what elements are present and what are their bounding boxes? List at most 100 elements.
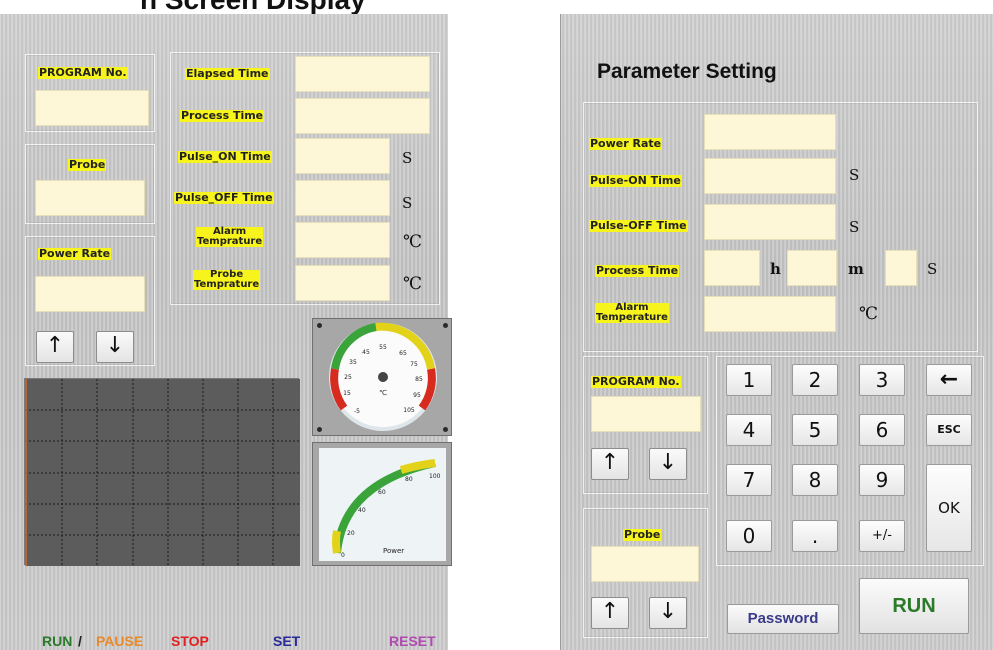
temp-tick-label: 15 <box>343 390 351 397</box>
probe-label: Probe <box>623 528 662 541</box>
trend-plot <box>24 378 300 566</box>
plus-minus-key[interactable]: +/- <box>859 520 905 552</box>
power-tick-label: 40 <box>358 507 366 514</box>
key-0[interactable]: 0 <box>726 520 772 552</box>
temp-tick-label: 25 <box>344 374 352 381</box>
temp-tick-label: 105 <box>403 407 415 414</box>
temp-tick-label: 65 <box>399 350 407 357</box>
pulse-off-unit: S <box>849 218 860 236</box>
program-up-button[interactable]: ↑ <box>591 448 629 480</box>
key-9[interactable]: 9 <box>859 464 905 496</box>
process-seconds-input[interactable] <box>885 250 917 286</box>
header-banner: n Screen Display <box>0 0 993 14</box>
process-time-field <box>295 98 430 134</box>
key-5[interactable]: 5 <box>792 414 838 446</box>
process-time-label: Process Time <box>595 264 680 277</box>
key-8[interactable]: 8 <box>792 464 838 496</box>
elapsed-time-field <box>295 56 430 92</box>
probe-input[interactable] <box>591 546 699 582</box>
alarm-temp-unit: ℃ <box>403 232 423 252</box>
probe-temp-unit: ℃ <box>403 274 423 294</box>
header-banner-text: n Screen Display <box>140 0 366 14</box>
hours-unit: h <box>770 260 781 278</box>
probe-label: Probe <box>68 158 107 171</box>
temp-tick-label: 55 <box>379 344 387 351</box>
power-rate-down-button[interactable]: ↓ <box>96 331 134 363</box>
pulse-off-field <box>295 180 390 216</box>
program-label: PROGRAM No. <box>591 375 681 388</box>
power-tick-label: 100 <box>429 473 441 480</box>
pulse-on-label: Pulse-ON Time <box>589 174 682 187</box>
run-button[interactable]: RUN <box>42 633 72 649</box>
pulse-off-input[interactable] <box>704 204 836 240</box>
probe-up-button[interactable]: ↑ <box>591 597 629 629</box>
temp-unit-label: ℃ <box>379 389 387 397</box>
key-2[interactable]: 2 <box>792 364 838 396</box>
elapsed-time-label: Elapsed Time <box>185 67 270 80</box>
key-6[interactable]: 6 <box>859 414 905 446</box>
temp-tick-label: -5 <box>354 408 360 415</box>
run-button[interactable]: RUN <box>859 578 969 634</box>
pause-button[interactable]: PAUSE <box>96 633 143 649</box>
power-rate-label: Power Rate <box>589 137 663 150</box>
ok-key[interactable]: OK <box>926 464 972 552</box>
set-button[interactable]: SET <box>273 633 300 649</box>
power-tick-label: 80 <box>405 476 413 483</box>
parameter-setting-screen: Parameter Setting Power Rate Pulse-ON Ti… <box>560 14 993 650</box>
temp-tick-label: 35 <box>349 359 357 366</box>
key-3[interactable]: 3 <box>859 364 905 396</box>
probe-temp-label-line2: Temprature <box>194 279 260 290</box>
power-rate-up-button[interactable]: ↑ <box>36 331 74 363</box>
reset-button[interactable]: RESET <box>389 633 436 649</box>
pulse-off-label: Pulse-OFF Time <box>589 219 688 232</box>
pulse-on-unit: S <box>849 166 860 184</box>
temp-tick-label: 85 <box>415 376 423 383</box>
alarm-temp-field <box>295 222 390 258</box>
temperature-gauge: -5 15 25 35 45 55 65 75 85 95 105 ℃ <box>312 318 452 436</box>
seconds-unit: S <box>927 260 938 278</box>
probe-temp-label: Probe Temprature <box>193 270 261 290</box>
pulse-on-input[interactable] <box>704 158 836 194</box>
process-minutes-input[interactable] <box>787 250 837 286</box>
program-input[interactable] <box>591 396 701 432</box>
page-title: Parameter Setting <box>597 60 777 83</box>
process-time-label: Process Time <box>180 109 265 122</box>
pulse-off-label: Pulse_OFF Time <box>174 191 274 204</box>
key-7[interactable]: 7 <box>726 464 772 496</box>
power-rate-input[interactable] <box>704 114 836 150</box>
alarm-temp-label-line2: Temprature <box>197 236 263 247</box>
power-dial: 0 20 40 60 80 100 Power <box>319 448 446 561</box>
alarm-temp-input[interactable] <box>704 296 836 332</box>
esc-key[interactable]: ESC <box>926 414 972 446</box>
process-hours-input[interactable] <box>704 250 760 286</box>
run-pause-slash: / <box>78 633 82 649</box>
probe-down-button[interactable]: ↓ <box>649 597 687 629</box>
probe-temp-field <box>295 265 390 301</box>
probe-field[interactable] <box>35 180 145 216</box>
program-down-button[interactable]: ↓ <box>649 448 687 480</box>
key-4[interactable]: 4 <box>726 414 772 446</box>
temperature-dial: -5 15 25 35 45 55 65 75 85 95 105 ℃ <box>329 322 437 431</box>
power-gauge-label: Power <box>383 547 404 555</box>
power-rate-field[interactable] <box>35 276 145 312</box>
program-field[interactable] <box>35 90 149 126</box>
stop-button[interactable]: STOP <box>171 633 209 649</box>
power-tick-label: 60 <box>378 489 386 496</box>
temp-tick-label: 45 <box>362 349 370 356</box>
trend-plot-grid <box>25 379 300 566</box>
alarm-temp-label: Alarm Temperature <box>595 303 669 323</box>
program-label: PROGRAM No. <box>38 66 128 79</box>
password-button[interactable]: Password <box>727 604 839 634</box>
pulse-on-unit: S <box>402 149 413 167</box>
alarm-temp-label: Alarm Temprature <box>196 227 264 247</box>
minutes-unit: m <box>848 260 864 278</box>
backspace-key[interactable]: ← <box>926 364 972 396</box>
pulse-on-label: Pulse_ON Time <box>178 150 272 163</box>
pulse-off-unit: S <box>402 194 413 212</box>
alarm-temp-unit: ℃ <box>859 304 879 324</box>
pulse-on-field <box>295 138 390 174</box>
power-rate-label: Power Rate <box>38 247 112 260</box>
temp-tick-label: 75 <box>410 361 418 368</box>
key-1[interactable]: 1 <box>726 364 772 396</box>
decimal-key[interactable]: . <box>792 520 838 552</box>
